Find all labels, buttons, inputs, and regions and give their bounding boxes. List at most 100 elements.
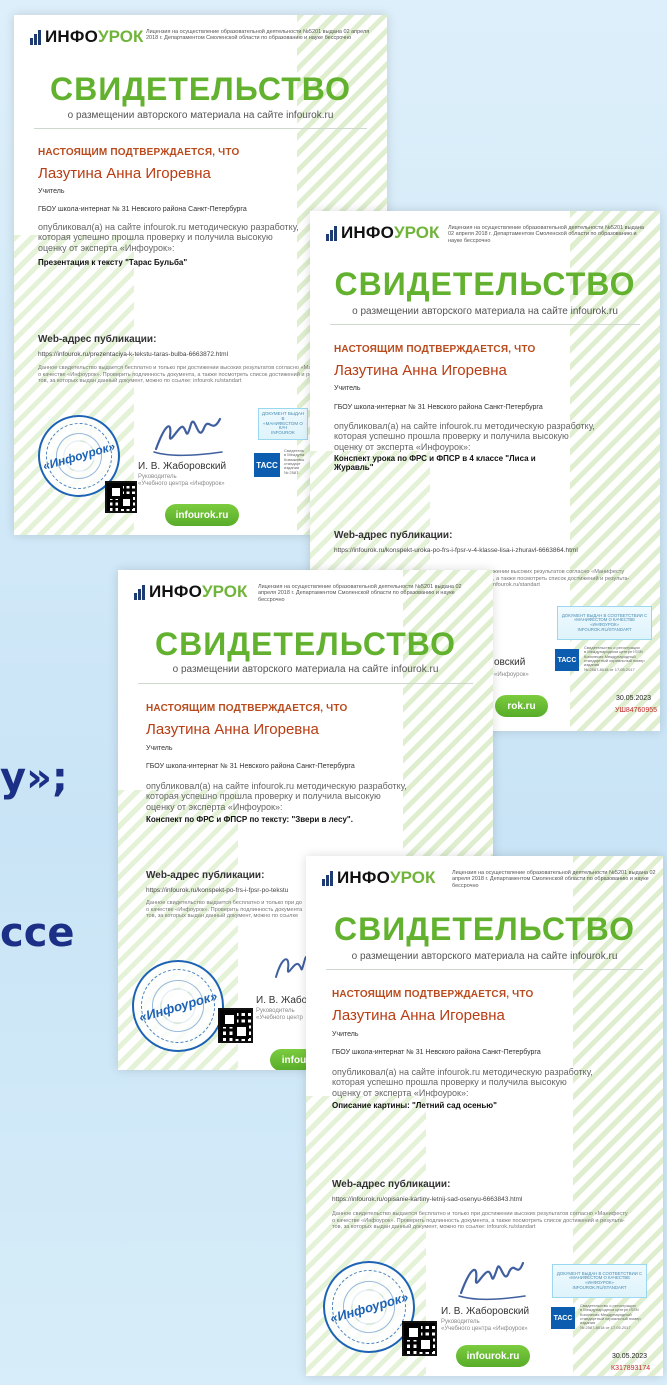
site-button[interactable]: rok.ru [495,695,548,717]
confirmation-heading: НАСТОЯЩИМ ПОДТВЕРЖДАЕТСЯ, ЧТО [334,344,536,355]
recipient-name: Лазутина Анна Игоревна [146,721,319,738]
tass-logo: ТАСС [555,649,579,671]
school-name: ГБОУ школа-интернат № 31 Невского района… [332,1049,541,1056]
publication-url: https://infourok.ru/prezentaciya-k-tekst… [38,351,229,358]
school-name: ГБОУ школа-интернат № 31 Невского района… [334,404,543,411]
recipient-name: Лазутина Анна Игоревна [332,1007,505,1024]
registration-text: Свидетель в Междуна Ковыжевск стандарт и… [284,448,305,475]
web-address-label: Web-адрес публикации: [146,870,265,881]
logo-mark-icon [322,870,333,886]
license-text: Лицензия на осуществление образовательно… [146,29,370,42]
site-button[interactable]: infourok.ru [165,504,239,526]
web-address-label: Web-адрес публикации: [332,1179,451,1190]
quality-badge: ДОКУМЕНТ ВЫДАН В «МАНИФЕСТОМ О КАЧ INFOU… [258,408,308,440]
infourok-logo: ИНФО УРОК [322,868,435,888]
logo-brand-main: ИНФО [341,223,395,242]
publication-text: опубликовал(а) на сайте infourok.ru мето… [334,421,595,452]
header-divider [330,324,640,325]
school-name: ГБОУ школа-интернат № 31 Невского района… [146,763,355,770]
seal-text: «Инфоурок» [137,987,219,1025]
logo-mark-icon [134,584,145,600]
signature-icon [153,417,223,457]
logo-mark-icon [30,29,41,45]
infourok-logo: ИНФО УРОК [30,27,143,47]
logo-brand-accent: УРОК [390,868,436,887]
certificate-subtitle: о размещении авторского материала на сай… [351,951,618,962]
web-address-label: Web-адрес публикации: [334,530,453,541]
recipient-role: Учитель [38,188,65,195]
signer-role: Руководитель «Учебного центра «Инфоурок» [138,474,225,487]
certificate-disclaimer: Данное свидетельство выдается бесплатно … [38,365,334,385]
work-title: Конспект урока по ФРС и ФПСР в 4 классе … [334,454,536,473]
logo-brand-accent: УРОК [98,27,144,46]
publication-url: https://infourok.ru/opisanie-kartiny-let… [332,1196,523,1203]
signer-name: И. В. Жаборовский [138,461,227,472]
publication-text: опубликовал(а) на сайте infourok.ru мето… [38,222,299,253]
recipient-name: Лазутина Анна Игоревна [334,362,507,379]
certificate-disclaimer: Данное свидетельство выдается бесплатно … [146,900,303,920]
site-button[interactable]: infourok.ru [456,1345,530,1367]
certificate-disclaimer: Данное свидетельство выдается бесплатно … [332,1211,628,1231]
quality-badge: ДОКУМЕНТ ВЫДАН В СООТВЕТСТВИИ С «МАНИФЕС… [557,606,652,640]
logo-brand-main: ИНФО [149,582,203,601]
tass-logo: ТАСС [254,453,280,477]
signer-role: Руководитель «Учебного центра «Инфоурок» [441,1319,528,1332]
logo-brand-accent: УРОК [202,582,248,601]
quality-badge: ДОКУМЕНТ ВЫДАН В СООТВЕТСТВИИ С «МАНИФЕС… [552,1264,647,1298]
header-divider [34,128,367,129]
header-divider [138,683,473,684]
background-fragment-top: у»; [0,755,68,801]
work-title: Презентация к тексту "Тарас Бульба" [38,258,188,267]
license-text: Лицензия на осуществление образовательно… [452,870,656,889]
header-divider [326,969,643,970]
logo-brand-accent: УРОК [394,223,440,242]
recipient-name: Лазутина Анна Игоревна [38,165,211,182]
confirmation-heading: НАСТОЯЩИМ ПОДТВЕРЖДАЕТСЯ, ЧТО [332,989,534,1000]
signature-icon [458,1261,526,1301]
logo-brand-main: ИНФО [337,868,391,887]
seal-text: «Инфоурок» [328,1288,410,1326]
certificate-card: ИНФО УРОК Лицензия на осуществление обра… [306,856,663,1376]
issue-date: 30.05.2023 [612,1353,648,1360]
school-name: ГБОУ школа-интернат № 31 Невского района… [38,206,247,213]
publication-text: опубликовал(а) на сайте infourok.ru мето… [332,1067,593,1098]
logo-brand-main: ИНФО [45,27,99,46]
certificate-subtitle: о размещении авторского материала на сай… [67,110,334,121]
certificate-title: СВИДЕТЕЛЬСТВО [155,626,456,662]
certificate-subtitle: о размещении авторского материала на сай… [352,306,618,317]
work-title: Конспект по ФРС и ФПСР по тексту: "Звери… [146,815,353,824]
web-address-label: Web-адрес публикации: [38,334,157,345]
logo-mark-icon [326,225,337,241]
seal-text: «Инфоурок» [41,439,117,473]
serial-number: УШ84760955 [615,707,658,714]
publication-url: https://infourok.ru/konspekt-po-frs-i-fp… [146,887,289,894]
signer-name: И. В. Жаборовский [441,1306,530,1317]
confirmation-heading: НАСТОЯЩИМ ПОДТВЕРЖДАЕТСЯ, ЧТО [38,147,240,158]
qr-code-icon [218,1008,253,1043]
qr-code-icon [402,1321,437,1356]
issue-date: 30.05.2023 [616,695,652,702]
certificate-title: СВИДЕТЕЛЬСТВО [334,911,635,947]
recipient-role: Учитель [334,385,361,392]
certificate-disclaimer: жении высоких результатов согласно «Мани… [493,569,630,589]
certificate-title: СВИДЕТЕЛЬСТВО [50,71,351,107]
publication-text: опубликовал(а) на сайте infourok.ru мето… [146,781,407,812]
confirmation-heading: НАСТОЯЩИМ ПОДТВЕРЖДАЕТСЯ, ЧТО [146,703,348,714]
signer-role-partial: «Инфоурок» [494,672,529,678]
background-fragment-bottom: ссе [0,910,75,956]
signer-name-partial: овский [494,657,526,668]
certificate-title: СВИДЕТЕЛЬСТВО [334,266,636,302]
publication-url: https://infourok.ru/konspekt-uroka-po-fr… [334,547,578,554]
certificate-subtitle: о размещении авторского материала на сай… [172,664,439,675]
recipient-role: Учитель [146,745,173,752]
serial-number: К317893174 [611,1365,651,1372]
registration-text: Свидетельство о регистрации в Международ… [580,1303,641,1330]
recipient-role: Учитель [332,1031,359,1038]
signer-name: И. В. Жабор [256,995,313,1006]
work-title: Описание картины: "Летний сад осенью" [332,1101,497,1110]
infourok-logo: ИНФО УРОК [326,223,439,243]
license-text: Лицензия на осуществление образовательно… [448,225,644,244]
registration-text: Свидетельство о регистрации в Международ… [584,645,645,672]
tass-logo: ТАСС [551,1307,575,1329]
qr-code-icon [105,481,137,513]
